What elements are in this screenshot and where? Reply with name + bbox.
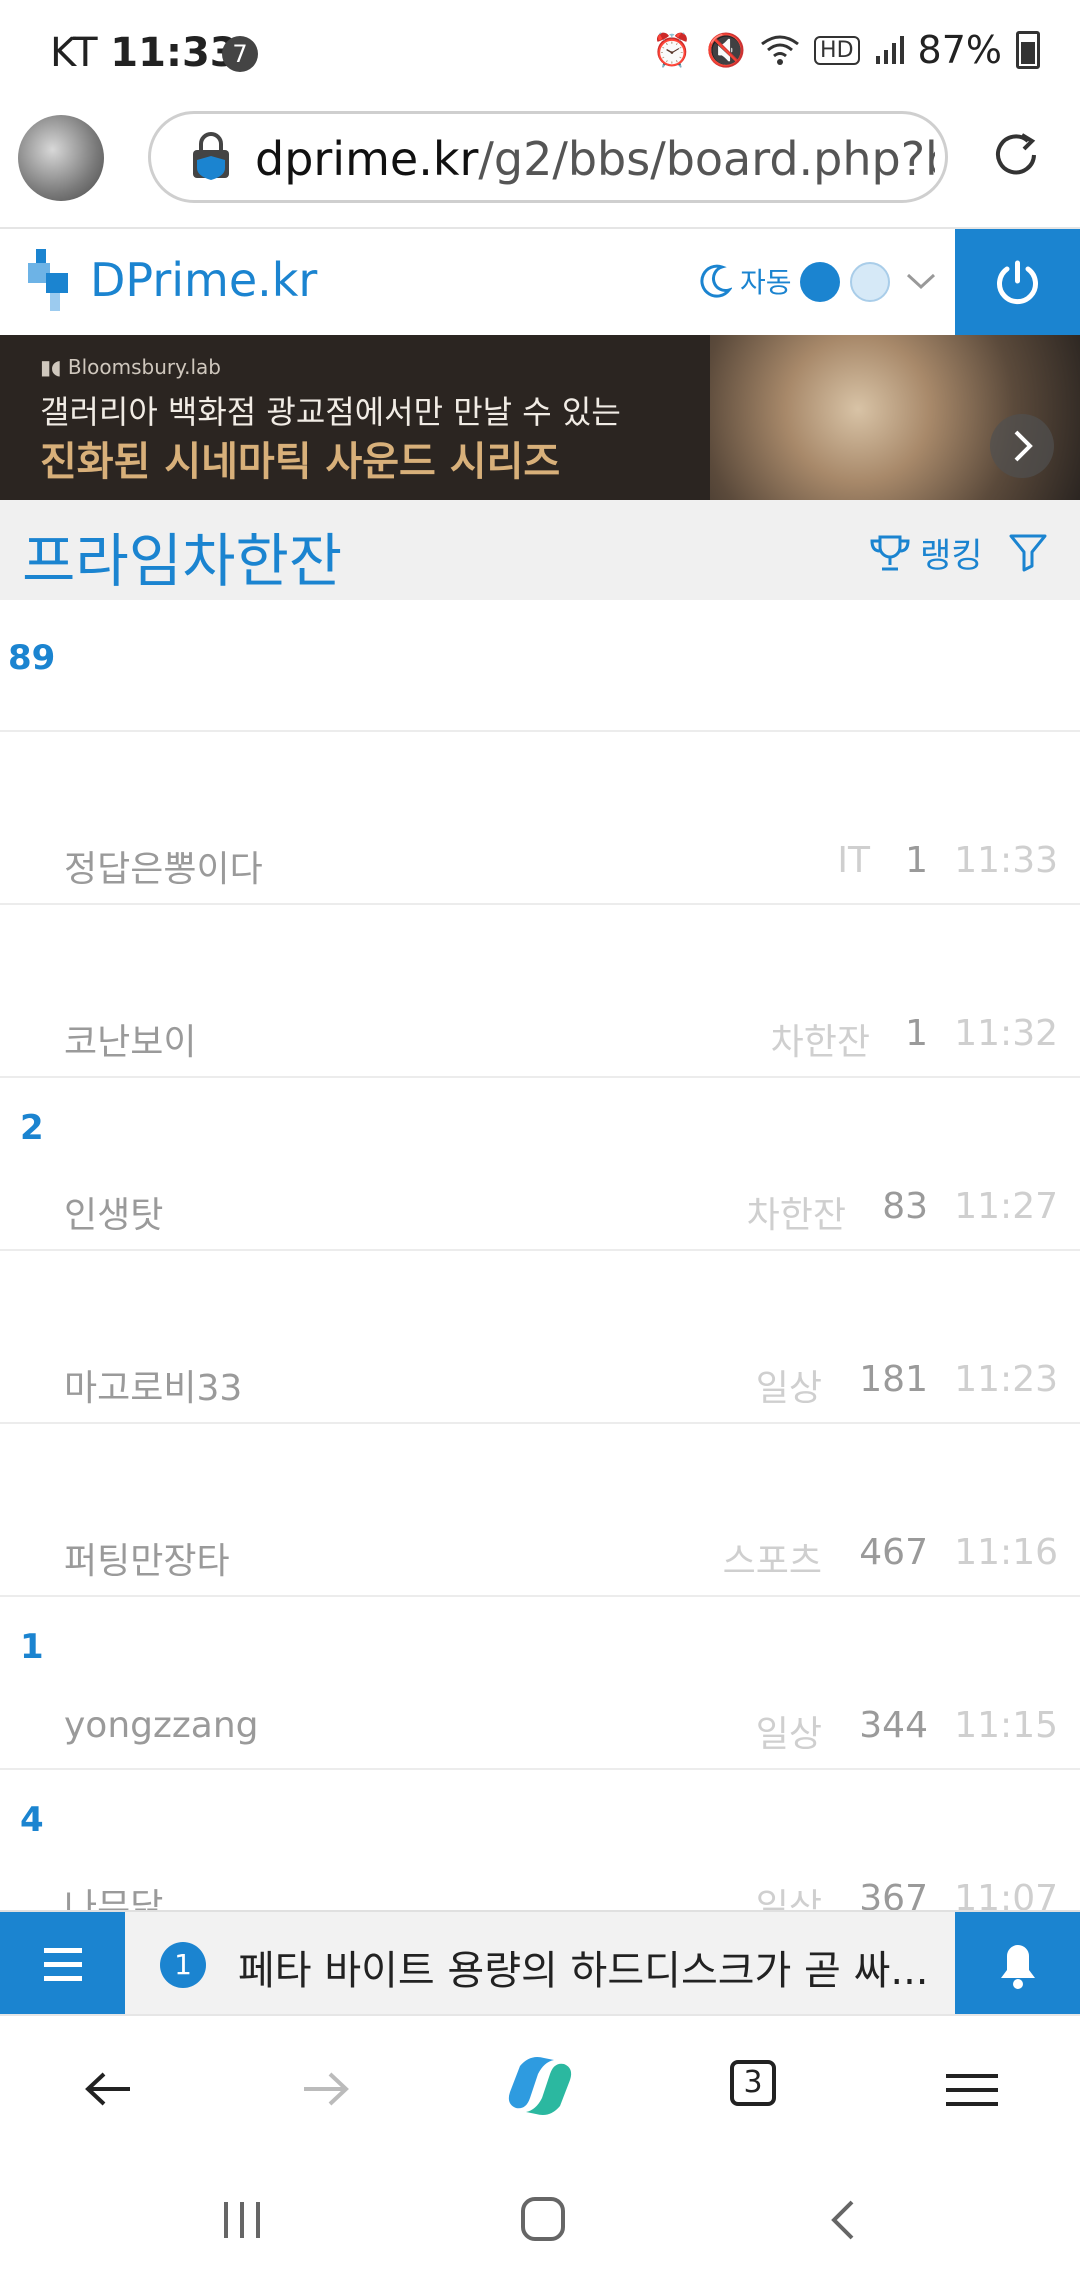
browser-menu-icon[interactable] bbox=[936, 2054, 1006, 2124]
banner-line2: 진화된 시네마틱 사운드 시리즈 bbox=[40, 439, 561, 485]
copilot-icon[interactable] bbox=[500, 2046, 580, 2126]
post-author[interactable]: 인생탓 bbox=[64, 1186, 163, 1238]
theme-auto-toggle[interactable]: 자동 bbox=[700, 261, 792, 301]
reload-icon[interactable] bbox=[990, 129, 1042, 181]
post-list: 89 정답은뽕이다 11:33 1 IT 코난보이 11:32 1 차한잔 2 인생탓 11:27 83… bbox=[0, 612, 1080, 1943]
wifi-icon bbox=[761, 35, 799, 65]
post-time: 11:27 bbox=[954, 1186, 1058, 1227]
site-header: DPrime.kr 자동 bbox=[0, 227, 1080, 335]
comment-count: 4 bbox=[20, 1800, 44, 1840]
post-category[interactable]: 일상 bbox=[756, 1359, 822, 1411]
post-category[interactable]: 차한잔 bbox=[771, 1013, 870, 1065]
tab-count-button[interactable]: 3 bbox=[730, 2060, 776, 2106]
chevron-right-icon bbox=[1014, 430, 1033, 462]
post-author[interactable]: 정답은뽕이다 bbox=[64, 840, 263, 892]
post-time: 11:32 bbox=[954, 1013, 1058, 1054]
notification-bell-button[interactable] bbox=[955, 1912, 1080, 2016]
filter-icon[interactable] bbox=[1008, 532, 1048, 572]
post-category[interactable]: 차한잔 bbox=[747, 1186, 846, 1238]
site-logo-text[interactable]: DPrime.kr bbox=[90, 253, 317, 307]
post-row[interactable]: 퍼팅만장타 11:16 467 스포츠 bbox=[0, 1424, 1080, 1597]
board-header: 프라임차한잔 랭킹 bbox=[0, 500, 1080, 600]
post-row[interactable]: 코난보이 11:32 1 차한잔 bbox=[0, 905, 1080, 1078]
profile-avatar[interactable] bbox=[18, 115, 104, 201]
post-time: 11:33 bbox=[954, 840, 1058, 881]
browser-nav-bar: 3 bbox=[0, 2014, 1080, 2162]
post-category[interactable]: IT bbox=[837, 840, 870, 881]
power-icon bbox=[997, 260, 1038, 305]
login-power-button[interactable] bbox=[955, 229, 1080, 335]
bell-icon bbox=[1001, 1945, 1035, 1989]
chevron-down-icon[interactable] bbox=[904, 267, 938, 295]
post-views: 344 bbox=[859, 1705, 928, 1746]
bottom-notice-bar: 1 페타 바이트 용량의 하드디스크가 곧 싸... bbox=[0, 1910, 1080, 2016]
theme-label: 자동 bbox=[740, 266, 792, 299]
post-row[interactable]: 1 yongzzang 11:15 344 일상 bbox=[0, 1597, 1080, 1770]
secure-lock-icon bbox=[193, 132, 229, 180]
post-time: 11:15 bbox=[954, 1705, 1058, 1746]
moon-icon bbox=[700, 264, 732, 298]
post-author[interactable]: 마고로비33 bbox=[64, 1359, 242, 1411]
menu-button[interactable] bbox=[0, 1912, 125, 2016]
browser-url-bar: dprime.kr/g2/bbs/board.php?bc bbox=[0, 105, 1080, 227]
board-title: 프라임차한잔 bbox=[22, 527, 343, 595]
dprime-logo-icon[interactable] bbox=[28, 249, 76, 315]
back-arrow-icon[interactable] bbox=[74, 2054, 144, 2124]
status-bar: KT 11:33 7 ⏰ 🔇 HD 87% bbox=[0, 0, 1080, 105]
post-time: 11:16 bbox=[954, 1532, 1058, 1573]
trophy-icon bbox=[870, 535, 910, 570]
post-views: 181 bbox=[859, 1359, 928, 1400]
post-row[interactable]: 마고로비33 11:23 181 일상 bbox=[0, 1251, 1080, 1424]
post-category[interactable]: 일상 bbox=[756, 1705, 822, 1757]
post-views: 467 bbox=[859, 1532, 928, 1573]
hd-voice-icon: HD bbox=[814, 35, 860, 65]
comment-count: 2 bbox=[20, 1108, 44, 1148]
ranking-label: 랭킹 bbox=[920, 536, 983, 576]
post-author[interactable]: 퍼팅만장타 bbox=[64, 1532, 230, 1584]
address-field[interactable]: dprime.kr/g2/bbs/board.php?bc bbox=[148, 111, 948, 203]
forward-arrow-icon[interactable] bbox=[290, 2054, 360, 2124]
post-author[interactable]: yongzzang bbox=[64, 1705, 259, 1746]
carrier-time: KT 11:33 bbox=[50, 30, 238, 76]
system-nav-bar bbox=[0, 2160, 1080, 2280]
banner-next-button[interactable] bbox=[990, 414, 1054, 478]
hamburger-icon bbox=[44, 1948, 82, 1981]
system-back-icon[interactable] bbox=[826, 2198, 860, 2242]
notification-count-badge: 7 bbox=[222, 36, 258, 72]
home-icon[interactable] bbox=[520, 2196, 566, 2242]
theme-light-dot[interactable] bbox=[850, 262, 890, 302]
post-views: 83 bbox=[882, 1186, 928, 1227]
comment-count: 89 bbox=[8, 638, 56, 678]
battery-percent: 87% bbox=[917, 28, 1002, 72]
post-category[interactable]: 스포츠 bbox=[723, 1532, 822, 1584]
battery-icon bbox=[1016, 31, 1040, 69]
post-time: 11:23 bbox=[954, 1359, 1058, 1400]
banner-brand: ▮◖ Bloomsbury.lab bbox=[40, 355, 222, 379]
post-row[interactable]: 정답은뽕이다 11:33 1 IT bbox=[0, 732, 1080, 905]
post-views: 1 bbox=[905, 1013, 928, 1054]
banner-line1: 갤러리아 백화점 광교점에서만 만날 수 있는 bbox=[40, 393, 621, 431]
post-author[interactable]: 코난보이 bbox=[64, 1013, 196, 1065]
post-row[interactable]: 2 인생탓 11:27 83 차한잔 bbox=[0, 1078, 1080, 1251]
post-views: 1 bbox=[905, 840, 928, 881]
url-text: dprime.kr/g2/bbs/board.php?bc bbox=[255, 132, 935, 186]
notice-text[interactable]: 페타 바이트 용량의 하드디스크가 곧 싸... bbox=[238, 1938, 928, 1996]
recent-apps-icon[interactable] bbox=[220, 2200, 264, 2240]
theme-dark-dot[interactable] bbox=[800, 262, 840, 302]
list-header-row[interactable]: 89 bbox=[0, 612, 1080, 732]
alarm-icon: ⏰ bbox=[652, 31, 693, 69]
notice-badge: 1 bbox=[160, 1942, 206, 1988]
mute-icon: 🔇 bbox=[706, 31, 747, 69]
ad-banner[interactable]: ▮◖ Bloomsbury.lab 갤러리아 백화점 광교점에서만 만날 수 있… bbox=[0, 335, 1080, 500]
signal-icon bbox=[875, 36, 904, 64]
ranking-button[interactable]: 랭킹 bbox=[868, 528, 983, 577]
comment-count: 1 bbox=[20, 1627, 44, 1667]
